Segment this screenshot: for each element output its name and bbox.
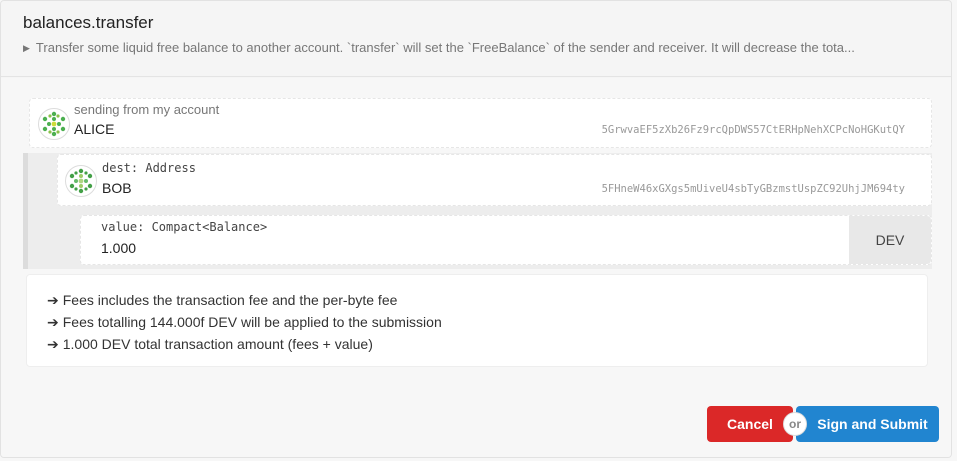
fee-line: ➔ Fees includes the transaction fee and t… [47,292,398,308]
dest-address-select[interactable]: dest: Address BOB 5FHneW46xGXgs5mUiveU4s… [57,154,932,206]
value-input-field[interactable]: value: Compact<Balance> 1.000 DEV [80,215,932,265]
unit-selector[interactable]: DEV [849,216,931,264]
fees-summary: ➔ Fees includes the transaction fee and t… [26,274,928,367]
fee-line: ➔ Fees totalling 144.000f DEV will be app… [47,314,442,330]
arrow-right-icon: ➔ [47,336,59,352]
expand-triangle-icon[interactable]: ▶ [23,43,30,54]
sender-address: 5GrwvaEF5zXb26Fz9rcQpDWS57CtERHpNehXCPcN… [601,124,905,136]
value-label: value: Compact<Balance> [101,220,268,234]
params-indent-bar [23,153,28,269]
sender-name: ALICE [74,121,115,137]
modal-header: balances.transfer ▶ Transfer some liquid … [1,1,951,77]
dest-label: dest: Address [102,161,196,175]
dest-name: BOB [102,180,132,196]
sender-label: sending from my account [74,102,220,117]
dest-identicon-icon[interactable] [65,165,97,197]
value-amount-input[interactable]: 1.000 [101,240,136,256]
sender-account-select[interactable]: sending from my account ALICE 5GrwvaEF5z… [29,98,932,148]
cancel-button[interactable]: Cancel [707,406,793,442]
arrow-right-icon: ➔ [47,314,59,330]
transfer-modal: balances.transfer ▶ Transfer some liquid … [0,0,952,458]
extrinsic-description: Transfer some liquid free balance to ano… [35,40,855,55]
extrinsic-title: balances.transfer [23,13,154,32]
dest-address: 5FHneW46xGXgs5mUiveU4sbTyGBzmstUspZC92Uh… [601,183,905,195]
sender-identicon-icon[interactable] [38,108,70,140]
sign-and-submit-button[interactable]: Sign and Submit [796,406,939,442]
arrow-right-icon: ➔ [47,292,59,308]
fee-line: ➔ 1.000 DEV total transaction amount (fee… [47,336,373,352]
or-separator: or [783,412,807,436]
extrinsic-description-toggle[interactable]: ▶ Transfer some liquid free balance to an… [23,40,935,55]
